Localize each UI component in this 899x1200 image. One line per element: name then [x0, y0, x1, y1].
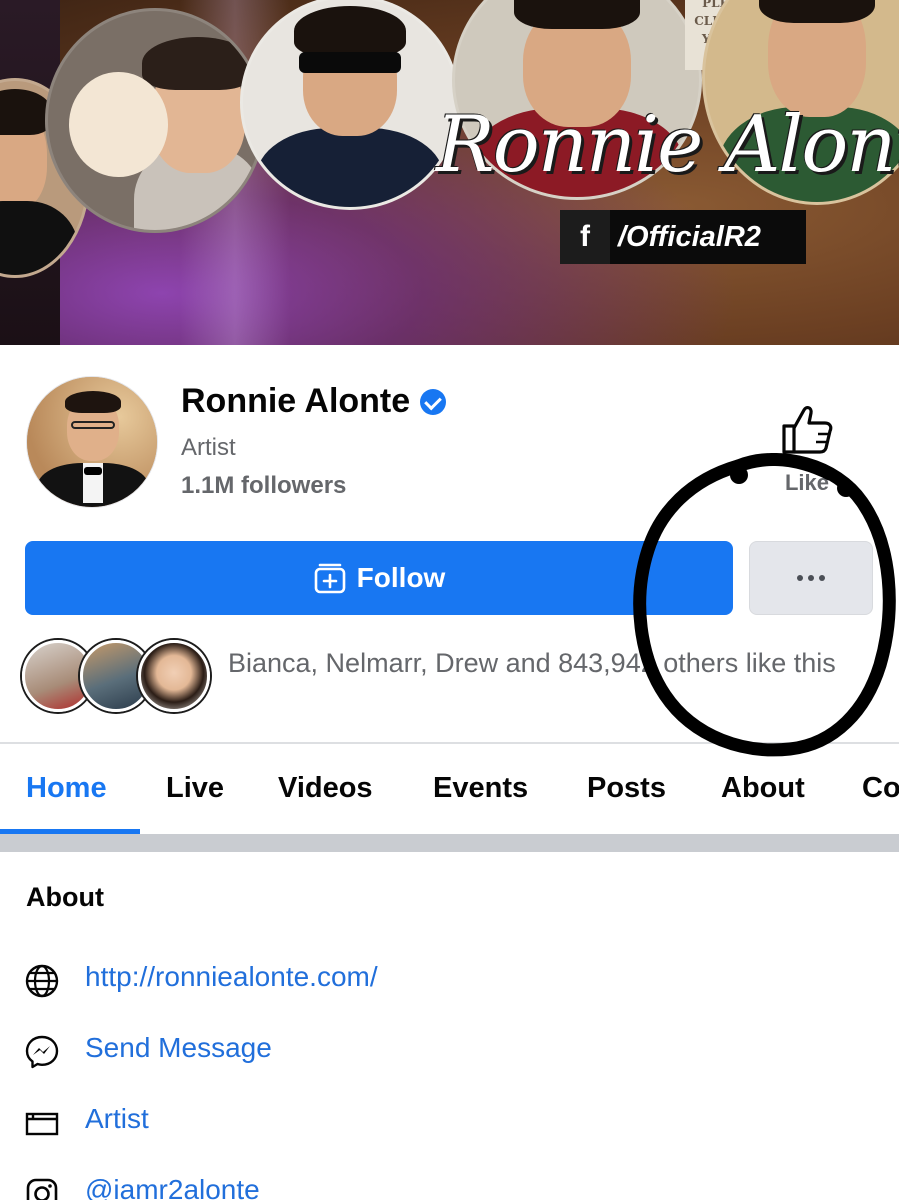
tab-home[interactable]: Home [26, 772, 107, 805]
instagram-link[interactable]: @iamr2alonte [85, 1174, 260, 1200]
cover-photo-bubble-3 [240, 0, 460, 210]
tab-about[interactable]: About [721, 772, 805, 805]
about-section-title: About [26, 882, 104, 912]
about-website-row[interactable]: http://ronniealonte.com/ [0, 955, 899, 1005]
friends-like-text: Bianca, Nelmarr, Drew and 843,942 others… [228, 648, 836, 678]
thumbs-up-icon [782, 406, 833, 454]
cover-photo-bubble-2 [45, 8, 265, 233]
page-tabs: Home Live Videos Events Posts About Co [0, 744, 899, 834]
more-options-button[interactable] [749, 541, 873, 615]
follow-button[interactable]: Follow [25, 541, 733, 615]
profile-avatar[interactable] [26, 376, 158, 508]
follow-label: Follow [356, 562, 446, 593]
dog-image [69, 72, 168, 178]
verified-badge-icon [420, 388, 447, 415]
page-category: Artist [181, 434, 236, 461]
about-message-row[interactable]: Send Message [0, 1026, 899, 1076]
cover-facebook-handle: /OfficialR2 [618, 220, 761, 253]
more-dot [819, 575, 825, 581]
page-name-text: Ronnie Alonte [181, 382, 411, 420]
globe-icon [25, 964, 59, 998]
cover-facebook-tag: f /OfficialR2 [560, 210, 806, 264]
messenger-icon [25, 1035, 59, 1069]
cover-photo[interactable]: PLEASE CLEAN AS YOU GO Ronnie Alonte f /… [0, 0, 899, 345]
category-icon [25, 1112, 59, 1136]
friend-avatar [138, 640, 210, 712]
like-label: Like [784, 470, 830, 495]
about-instagram-row[interactable]: @iamr2alonte [0, 1168, 899, 1200]
tab-live[interactable]: Live [166, 772, 224, 805]
like-button[interactable]: Like [770, 404, 844, 500]
tab-posts[interactable]: Posts [587, 772, 666, 805]
about-category-row[interactable]: Artist [0, 1097, 899, 1147]
follow-icon [314, 563, 345, 594]
page-title: Ronnie Alonte [181, 382, 447, 421]
tab-videos[interactable]: Videos [278, 772, 373, 805]
cover-script-title: Ronnie Alonte [436, 100, 899, 190]
facebook-f-icon: f [560, 210, 610, 264]
more-dots-icon [797, 575, 803, 581]
instagram-icon [26, 1178, 58, 1200]
follower-count: 1.1M followers [181, 472, 347, 499]
website-link[interactable]: http://ronniealonte.com/ [85, 961, 378, 993]
friends-like-row[interactable]: Bianca, Nelmarr, Drew and 843,942 others… [20, 640, 880, 720]
section-separator [0, 834, 899, 852]
category-link[interactable]: Artist [85, 1103, 149, 1135]
send-message-link[interactable]: Send Message [85, 1032, 272, 1064]
more-dot [808, 575, 814, 581]
tab-events[interactable]: Events [433, 772, 528, 805]
tab-community[interactable]: Co [862, 772, 899, 805]
